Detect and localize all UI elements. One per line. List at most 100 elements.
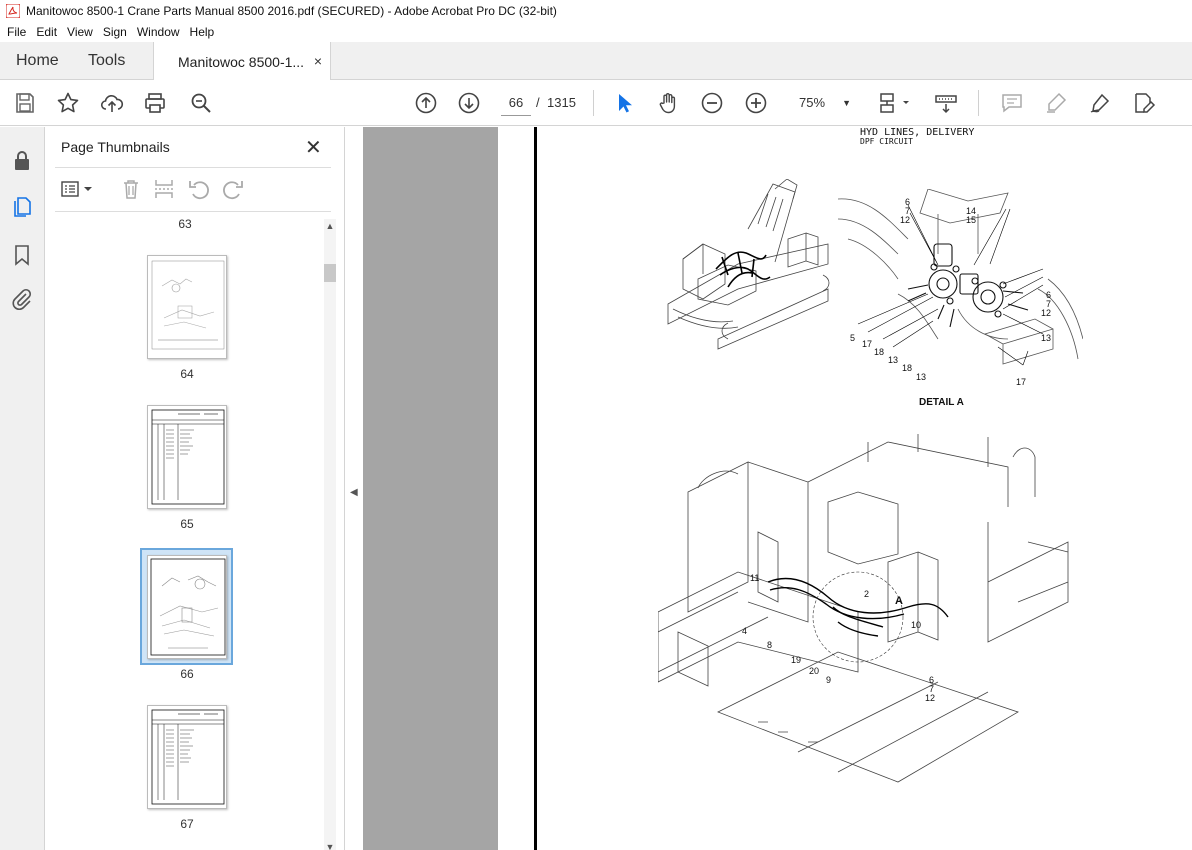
rotate-left-icon[interactable] [187, 177, 211, 201]
menu-edit[interactable]: Edit [31, 25, 62, 39]
callout-label: 10 [911, 620, 922, 630]
callout-label: 13 [916, 372, 927, 382]
callout-label: 13 [1041, 333, 1052, 343]
callout-label: 2 [864, 589, 870, 599]
thumbnail-scrollbar[interactable]: ▲ ▼ [322, 219, 338, 850]
page-thumbnails-icon[interactable] [10, 195, 34, 219]
scroll-mode-icon[interactable] [934, 91, 958, 115]
thumbnail-options-icon[interactable] [59, 177, 95, 201]
callout-label: 13 [888, 355, 899, 365]
thumbnail-page-66[interactable] [147, 555, 227, 659]
callout-label: 5 [850, 333, 856, 343]
thumbnail-page-64[interactable] [147, 255, 227, 359]
page-number-input[interactable]: 66 [501, 90, 531, 116]
callout-label: 19 [791, 655, 802, 665]
select-arrow-icon[interactable] [612, 91, 636, 115]
menu-window[interactable]: Window [132, 25, 185, 39]
callout-label: 18 [874, 347, 885, 357]
star-icon[interactable] [56, 91, 80, 115]
callout-label: 8 [767, 640, 773, 650]
thumbnail-label-63: 63 [178, 217, 192, 231]
tab-home[interactable]: Home [16, 42, 59, 80]
panel-divider [55, 167, 331, 168]
thumbnail-page-67[interactable] [147, 705, 227, 809]
hand-icon[interactable] [656, 91, 680, 115]
page-display-icon[interactable] [878, 91, 912, 115]
page-down-icon[interactable] [457, 91, 481, 115]
tab-tools[interactable]: Tools [88, 42, 125, 80]
callout-label: A [895, 595, 903, 607]
insert-page-icon[interactable] [152, 177, 176, 201]
upload-icon[interactable] [100, 91, 124, 115]
callout-label: 15 [966, 215, 977, 225]
panel-title: Page Thumbnails [61, 139, 170, 155]
parts-table-thumbnail [151, 709, 225, 805]
toolbar-divider [978, 90, 979, 116]
zoom-out-icon[interactable] [700, 91, 724, 115]
close-icon[interactable]: ✕ [305, 135, 322, 160]
parts-table-thumbnail [151, 409, 225, 505]
crane-overview-drawing [667, 179, 830, 350]
scroll-track [324, 219, 336, 850]
callout-label: 18 [902, 363, 913, 373]
delete-page-icon[interactable] [119, 177, 143, 201]
callout-label: 17 [862, 339, 873, 349]
highlight-icon[interactable] [1044, 91, 1068, 115]
attachment-icon[interactable] [10, 287, 34, 311]
page-up-icon[interactable] [414, 91, 438, 115]
acrobat-app-icon [6, 4, 20, 18]
edit-pdf-icon[interactable] [1132, 91, 1156, 115]
callout-label: 4 [742, 626, 748, 636]
callout-label: 12 [1041, 308, 1052, 318]
main-assembly-drawing [658, 434, 1069, 783]
callout-label: 17 [1016, 377, 1027, 387]
thumbnail-label-65: 65 [180, 517, 194, 531]
zoom-in-icon[interactable] [744, 91, 768, 115]
tab-bar: Home Tools Manitowoc 8500-1... × [0, 42, 1192, 81]
menu-file[interactable]: File [2, 25, 31, 39]
page-total: 1315 [547, 95, 576, 110]
menu-help[interactable]: Help [185, 25, 220, 39]
toolbar-divider [593, 90, 594, 116]
zoom-search-icon[interactable] [189, 91, 213, 115]
lock-icon[interactable] [10, 149, 34, 173]
close-tab-icon[interactable]: × [314, 53, 322, 69]
chevron-down-icon: ▼ [842, 98, 851, 108]
callout-label: 12 [900, 215, 911, 225]
detail-a-label: DETAIL A [919, 397, 964, 408]
left-rail [0, 127, 45, 850]
menu-sign[interactable]: Sign [98, 25, 132, 39]
zoom-level-select[interactable]: 75% ▼ [789, 90, 855, 116]
scroll-down-icon[interactable]: ▼ [324, 842, 336, 850]
thumbnail-panel: Page Thumbnails ✕ 63 64 65 66 67 ▲ ▼ [45, 127, 345, 850]
save-icon[interactable] [13, 91, 37, 115]
collapse-panel-icon[interactable]: ◀ [350, 487, 358, 498]
callout-label: 9 [826, 675, 832, 685]
title-bar: Manitowoc 8500-1 Crane Parts Manual 8500… [0, 0, 1192, 22]
drawing-thumbnail [151, 260, 225, 350]
detail-a-drawing [838, 189, 1083, 366]
rotate-right-icon[interactable] [221, 177, 245, 201]
panel-divider [55, 211, 331, 212]
toolbar: 66 / 1315 75% ▼ [0, 80, 1192, 126]
sign-icon[interactable] [1088, 91, 1112, 115]
window-title: Manitowoc 8500-1 Crane Parts Manual 8500… [26, 4, 557, 18]
menu-bar: File Edit View Sign Window Help [0, 22, 1192, 42]
callout-label: 20 [809, 666, 820, 676]
print-icon[interactable] [143, 91, 167, 115]
comment-icon[interactable] [1000, 91, 1024, 115]
callout-label: 11 [750, 573, 760, 583]
thumbnail-label-67: 67 [180, 817, 194, 831]
panel-gutter: ◀ [345, 127, 363, 850]
tab-document[interactable]: Manitowoc 8500-1... × [153, 42, 331, 81]
callout-label: 12 [925, 693, 936, 703]
bookmark-icon[interactable] [10, 243, 34, 267]
scroll-thumb[interactable] [324, 264, 336, 282]
document-background [363, 127, 498, 850]
thumbnail-label-64: 64 [180, 367, 194, 381]
document-page[interactable]: HYD LINES, DELIVERY DPF CIRCUIT 6 7 12 1… [498, 127, 1192, 850]
scroll-up-icon[interactable]: ▲ [324, 221, 336, 231]
menu-view[interactable]: View [62, 25, 98, 39]
zoom-value: 75% [799, 95, 826, 110]
thumbnail-page-65[interactable] [147, 405, 227, 509]
